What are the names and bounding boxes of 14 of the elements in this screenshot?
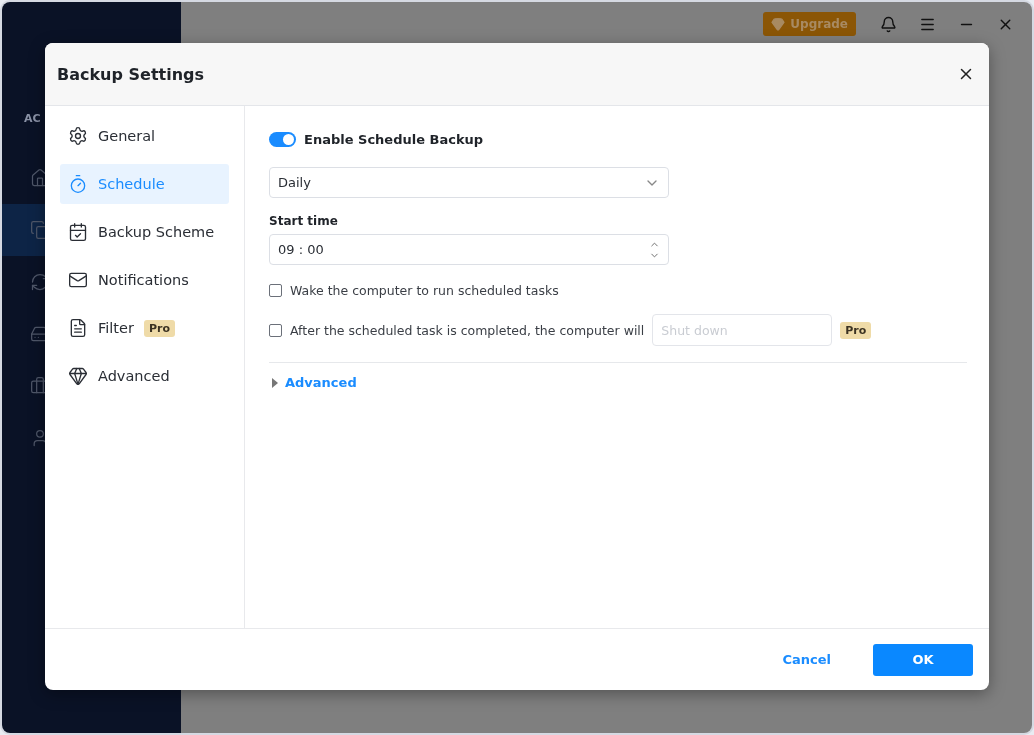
toggle-label: Enable Schedule Backup bbox=[304, 132, 484, 147]
sidebar-label: Notifications bbox=[98, 272, 189, 288]
sidebar-label: Filter bbox=[98, 320, 134, 336]
sidebar-label: Backup Scheme bbox=[98, 224, 215, 240]
dialog-title: Backup Settings bbox=[57, 64, 205, 84]
pro-badge: Pro bbox=[840, 321, 872, 339]
sidebar-label: Schedule bbox=[98, 176, 165, 192]
sidebar-label: Advanced bbox=[98, 368, 170, 384]
pro-badge: Pro bbox=[143, 319, 175, 337]
sidebar-label: General bbox=[98, 128, 156, 144]
checkbox-label: Wake the computer to run scheduled tasks bbox=[290, 283, 559, 298]
checkbox-label: After the scheduled task is completed, the computer will bbox=[290, 322, 645, 338]
field-label: Start time bbox=[269, 214, 339, 228]
app-name: AC bbox=[24, 112, 42, 127]
